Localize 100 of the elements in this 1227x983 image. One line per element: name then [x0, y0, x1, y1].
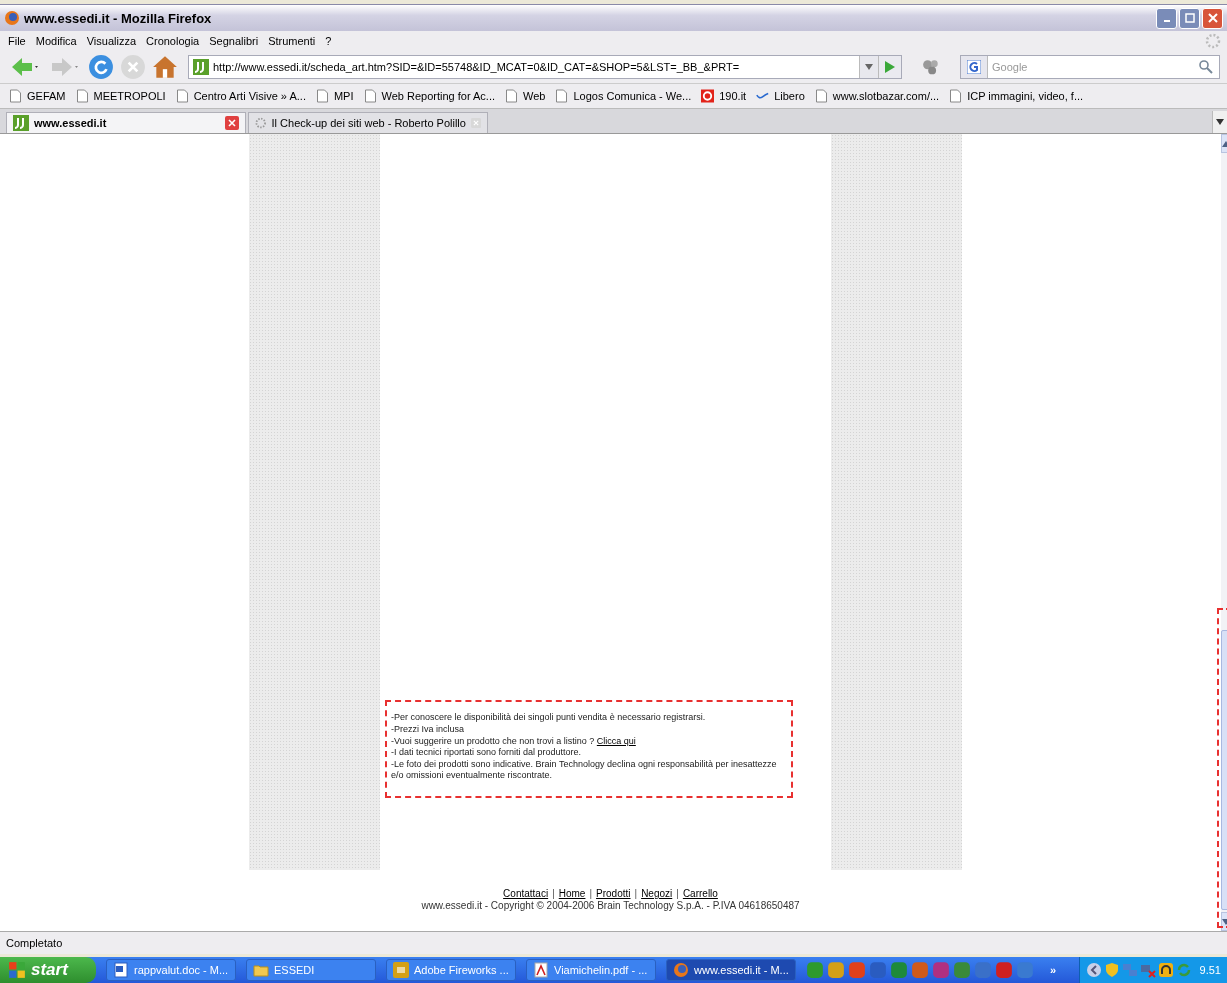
window-title: www.essedi.it - Mozilla Firefox: [24, 10, 212, 26]
search-engine-button[interactable]: [961, 55, 988, 78]
separator: |: [552, 888, 555, 899]
menu-item[interactable]: Strumenti: [264, 34, 322, 47]
quick-launch-icon[interactable]: [890, 961, 908, 979]
reload-icon[interactable]: [88, 53, 114, 80]
separator: |: [634, 888, 638, 899]
document-icon: [113, 962, 129, 978]
folder-icon: [253, 962, 269, 978]
taskbar-button[interactable]: Viamichelin.pdf - ...: [526, 959, 656, 981]
overflow-button[interactable]: »: [1050, 964, 1057, 976]
caret-icon: [1216, 119, 1224, 125]
maximize-icon: [1184, 13, 1195, 23]
quick-launch-icon[interactable]: [848, 961, 866, 979]
caret-icon: [865, 63, 873, 70]
status-text: Completato: [6, 937, 63, 949]
page-icon: [949, 89, 963, 103]
globe-icon: [673, 962, 689, 978]
footer-link[interactable]: Prodotti: [596, 888, 631, 899]
bookmark-item[interactable]: Logos Comunica - We...: [552, 89, 695, 103]
bubbles-icon: [922, 57, 940, 76]
note-text: -Prezzi Iva inclusa: [391, 724, 466, 736]
pdf-icon: [533, 962, 549, 978]
down-arrow-icon: [1222, 918, 1227, 925]
copyright-text: www.essedi.it - Copyright © 2004-2006 Brain Technology S.p.A. - P.IVA 04618650487: [420, 900, 801, 911]
quick-launch-icon[interactable]: [806, 961, 824, 979]
tab-list-button[interactable]: [1212, 111, 1227, 133]
search-icon[interactable]: [1198, 58, 1214, 75]
menu-item[interactable]: Cronologia: [142, 34, 206, 47]
footer-link[interactable]: Contattaci: [503, 888, 549, 899]
windows-flag-icon: [8, 961, 26, 979]
bookmark-item[interactable]: Web Reporting for Ac...: [360, 89, 499, 103]
up-arrow-icon: [1222, 140, 1227, 147]
page-icon: [315, 89, 329, 103]
separator: |: [589, 888, 593, 899]
g-logo-icon: [967, 59, 981, 74]
address-field[interactable]: http://www.essedi.it/scheda_art.htm?SID=&ID=55748&ID_MCAT=0&ID_CAT=&SHOP=5&LST=_BB_&PRT=: [188, 54, 902, 79]
maximize-button[interactable]: [1179, 7, 1200, 29]
footer-link[interactable]: Home: [558, 888, 586, 899]
browser-tab[interactable]: Il Check-up dei siti web - Roberto Polillo: [248, 112, 488, 133]
quick-launch-icon[interactable]: [1016, 961, 1034, 979]
dropdown-button[interactable]: [859, 55, 878, 78]
separator: |: [676, 888, 679, 899]
close-icon: [1207, 13, 1218, 23]
go-button[interactable]: [878, 55, 901, 78]
bookmark-item[interactable]: Web: [502, 89, 549, 103]
taskbar-button[interactable]: Adobe Fireworks ...: [386, 959, 516, 981]
close-icon[interactable]: [225, 116, 239, 130]
note-text: -Vuoi suggerire un prodotto che non trovi a listino ? Clicca qui: [391, 735, 637, 748]
bookmark-item[interactable]: MEETROPOLI: [72, 89, 169, 103]
throbber-icon: [1205, 32, 1221, 49]
globe-icon: [4, 10, 20, 26]
note-text: -I dati tecnici riportati sono forniti dal produttore.: [391, 747, 583, 759]
taskbar-button[interactable]: www.essedi.it - M...: [666, 959, 796, 981]
note-text: -Le foto dei prodotti sono indicative. Brain Technology declina ogni responsabilità per inesattezze e/o omissioni eventualmente riscontrate.: [391, 758, 778, 782]
play-icon: [885, 60, 895, 73]
quick-launch-icon[interactable]: [953, 961, 971, 979]
stop-icon[interactable]: [120, 53, 146, 80]
bookmark-item[interactable]: ICP immagini, video, f...: [946, 89, 1087, 103]
quick-launch-icon[interactable]: [995, 961, 1013, 979]
bookmark-item[interactable]: Centro Arti Visive » A...: [172, 89, 309, 103]
quick-launch-icon[interactable]: [827, 961, 845, 979]
bookmark-item[interactable]: www.slotbazar.com/...: [811, 89, 943, 103]
menu-item[interactable]: Visualizza: [82, 34, 143, 47]
page-icon: [175, 89, 189, 103]
close-button[interactable]: [1202, 7, 1223, 29]
ring-logo-icon: [701, 89, 715, 103]
page-icon: [505, 89, 519, 103]
menu-item[interactable]: ?: [321, 34, 338, 47]
browser-tab[interactable]: www.essedi.it: [6, 112, 246, 133]
quick-launch-icon[interactable]: [869, 961, 887, 979]
bookmark-item[interactable]: Libero: [753, 89, 808, 103]
quick-launch-icon[interactable]: [974, 961, 992, 979]
menu-item[interactable]: File: [4, 34, 32, 47]
page-icon: [814, 89, 828, 103]
app-icon: [393, 962, 409, 978]
page-icon: [363, 89, 377, 103]
taskbar-button[interactable]: ESSEDI: [246, 959, 376, 981]
note-text: -Per conoscere le disponibilità dei singoli punti vendita è necessario registrarsi.: [391, 712, 707, 725]
suggest-link[interactable]: Clicca qui: [596, 735, 636, 746]
loading-icon: [255, 115, 267, 131]
minimize-button[interactable]: [1156, 7, 1177, 29]
site-logo-icon: [13, 115, 29, 131]
page-icon: [555, 89, 569, 103]
quick-launch-icon[interactable]: [932, 961, 950, 979]
headphones-icon[interactable]: [1157, 962, 1174, 978]
minimize-icon: [1163, 20, 1170, 22]
taskbar-button[interactable]: rappvalut.doc - M...: [106, 959, 236, 981]
menu-item[interactable]: Modifica: [31, 34, 83, 47]
bookmark-item[interactable]: GEFAM: [6, 89, 69, 103]
footer-link[interactable]: Negozi: [641, 888, 673, 899]
search-box[interactable]: Google: [960, 54, 1220, 79]
clock: 9.51: [1199, 964, 1221, 976]
menu-item[interactable]: Segnalibri: [205, 34, 265, 47]
bookmark-item[interactable]: 190.it: [698, 89, 750, 103]
quick-launch-icon[interactable]: [911, 961, 929, 979]
footer-link[interactable]: Carrello: [682, 888, 718, 899]
site-logo-icon: [193, 58, 209, 75]
network-icon[interactable]: [1121, 962, 1138, 978]
bookmark-item[interactable]: MPI: [312, 89, 357, 103]
